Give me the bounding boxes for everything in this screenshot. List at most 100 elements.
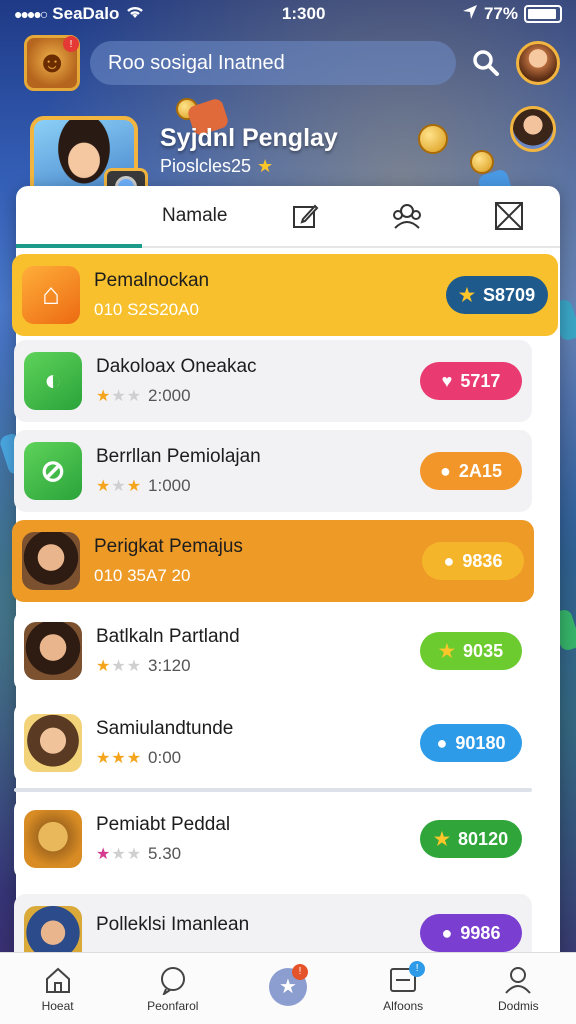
score-pill[interactable]: ★ 9035	[420, 632, 522, 670]
row-subtitle: ★★★ 0:00	[96, 748, 420, 768]
score-pill[interactable]: ● 90180	[420, 724, 522, 762]
row-subtitle-value: 5.30	[148, 844, 182, 863]
nav-home-label: Hoeat	[41, 998, 74, 1013]
score-value: 80120	[458, 828, 509, 849]
coin-decoration	[470, 150, 494, 174]
player-avatar	[22, 532, 80, 590]
star-icon: ★	[438, 640, 456, 661]
heart-icon: ♥	[441, 370, 453, 391]
chat-icon: ●	[436, 732, 448, 753]
nav-messages-label: Alfoons	[383, 998, 424, 1013]
row-subtitle-value: 3:120	[148, 656, 191, 675]
nav-home[interactable]: Hoeat	[8, 965, 108, 1013]
list-item[interactable]: ◐ Dakoloax Oneakac ★★★ 2:000 ♥ 5717	[14, 340, 532, 422]
row-title: Perigkat Pemajus	[94, 536, 243, 557]
row-subtitle: ★★★ 3:120	[96, 656, 420, 676]
row-title: Polleklsi Imanlean	[96, 914, 250, 935]
chat-bubble-icon	[160, 966, 185, 995]
list-item[interactable]: Samiulandtunde ★★★ 0:00 ● 90180	[14, 702, 532, 784]
row-subtitle: 010 S2S20A0	[94, 300, 199, 319]
notification-badge: !	[409, 960, 426, 977]
app-green-icon: ◐	[24, 352, 82, 410]
score-value: 9035	[463, 640, 504, 661]
home-icon	[45, 967, 70, 993]
nav-profile[interactable]: Peonfarol	[123, 965, 223, 1013]
tab-close[interactable]	[458, 186, 560, 246]
rating-stars: ★★★	[96, 846, 143, 863]
nav-account[interactable]: Dodmis	[468, 965, 568, 1013]
chat-icon: ●	[441, 922, 453, 943]
group-icon	[393, 204, 421, 229]
score-value: 2A15	[458, 460, 502, 481]
row-subtitle: 010 35A7 20	[94, 566, 191, 585]
bottom-nav: Hoeat Peonfarol ★ ! ! Alfoons Dodmis	[0, 952, 576, 1024]
score-pill[interactable]: ● 2A15	[420, 452, 522, 490]
edit-icon	[293, 204, 319, 228]
list-item[interactable]: ⌂ Pemalnockan 010 S2S20A0 ★ S8709	[12, 254, 558, 336]
coin-decoration	[418, 124, 448, 154]
tab-friends[interactable]	[356, 186, 458, 246]
top-header: ☻ ! Roo sosigal Inatned	[24, 35, 560, 91]
app-orange-icon: ⌂	[22, 266, 80, 324]
warrior-face-icon: ☻	[36, 46, 68, 79]
score-value: 90180	[455, 732, 506, 753]
row-title: Berrllan Pemiolajan	[96, 446, 261, 467]
game-logo-icon[interactable]: ☻ !	[24, 35, 80, 91]
nav-account-label: Dodmis	[498, 998, 539, 1013]
nav-center[interactable]: ★ !	[238, 963, 338, 1010]
list-item[interactable]: Pemiabt Peddal ★★★ 5.30 ★ 80120	[14, 798, 532, 880]
tab-name[interactable]: Namale	[16, 186, 254, 246]
battery-percent: 77%	[483, 4, 518, 23]
profile-subtitle: Pioslcles25 ★	[160, 156, 273, 177]
battery-icon	[523, 5, 562, 23]
profile-subtitle-text: Pioslcles25	[160, 156, 252, 176]
star-icon: ★	[458, 284, 476, 305]
rating-stars: ★★★	[96, 750, 143, 767]
search-input[interactable]: Roo sosigal Inatned	[90, 41, 456, 85]
row-title: Pemiabt Peddal	[96, 814, 231, 835]
nav-messages[interactable]: ! Alfoons	[353, 960, 453, 1013]
player-avatar	[24, 714, 82, 772]
notification-badge: !	[291, 963, 308, 980]
signal-icon: ●●●●○	[14, 6, 48, 22]
score-pill[interactable]: ♥ 5717	[420, 362, 522, 400]
clock: 1:300	[281, 4, 326, 23]
list-item[interactable]: Polleklsi Imanlean ● 9986	[14, 894, 532, 964]
list-item[interactable]: Perigkat Pemajus 010 35A7 20 ● 9836	[12, 520, 534, 602]
score-value: 9986	[460, 922, 501, 943]
friend-avatar[interactable]	[510, 106, 556, 152]
logo-notification-badge: !	[63, 36, 79, 52]
row-subtitle: ★★★ 2:000	[96, 386, 420, 406]
score-value: S8709	[483, 284, 536, 305]
profile-name: Syjdnl Penglay	[160, 124, 338, 152]
score-pill[interactable]: ★ 80120	[420, 820, 522, 858]
rating-stars: ★★★	[96, 478, 143, 495]
location-icon	[462, 4, 478, 25]
row-title: Samiulandtunde	[96, 718, 234, 739]
star-icon: ★	[433, 828, 451, 849]
user-avatar[interactable]	[516, 41, 560, 85]
row-title: Pemalnockan	[94, 270, 210, 291]
search-button[interactable]	[466, 43, 506, 83]
score-value: 9836	[462, 550, 503, 571]
score-pill[interactable]: ● 9836	[422, 542, 524, 580]
divider	[14, 788, 532, 792]
tab-indicator	[16, 244, 142, 248]
person-icon	[505, 966, 532, 994]
list-item[interactable]: ⊘ Berrllan Pemiolajan ★★★ 1:000 ● 2A15	[14, 430, 532, 512]
wifi-icon	[125, 4, 145, 25]
score-value: 5717	[460, 370, 501, 391]
tab-bar: Namale	[16, 186, 560, 248]
row-title: Batlkaln Partland	[96, 626, 240, 647]
tab-edit[interactable]	[254, 186, 356, 246]
row-subtitle-value: 1:000	[148, 476, 191, 495]
list-item[interactable]: Batlkaln Partland ★★★ 3:120 ★ 9035	[14, 610, 532, 692]
score-pill[interactable]: ● 9986	[420, 914, 522, 952]
rating-stars: ★★★	[96, 658, 143, 675]
row-subtitle-value: 2:000	[148, 386, 191, 405]
star-icon: ★	[257, 156, 274, 176]
score-pill[interactable]: ★ S8709	[446, 276, 548, 314]
player-avatar	[24, 622, 82, 680]
row-subtitle: ★★★ 1:000	[96, 476, 420, 496]
rating-stars: ★★★	[96, 388, 143, 405]
